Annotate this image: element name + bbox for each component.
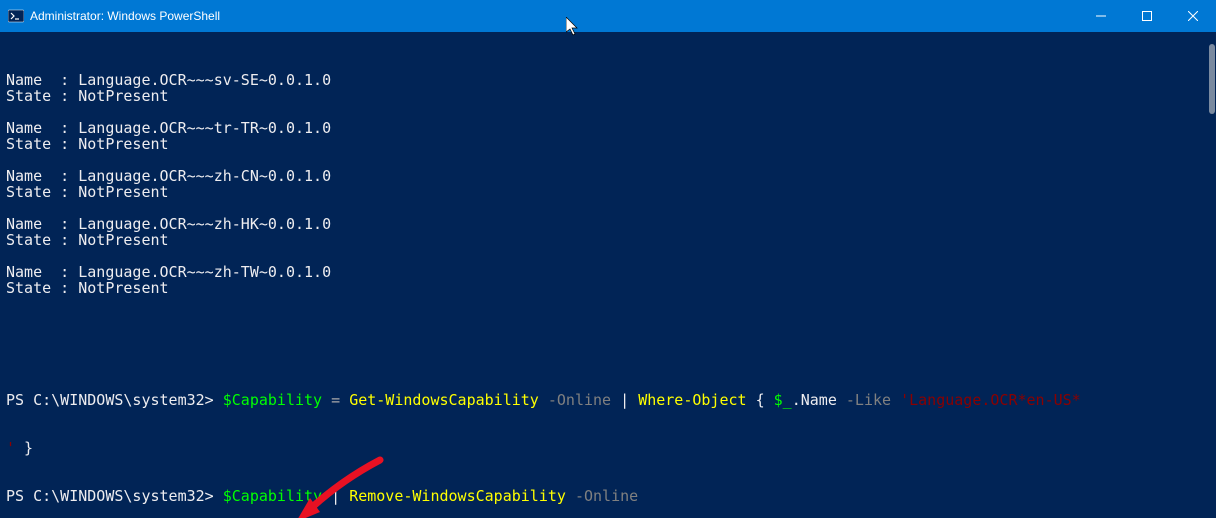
command-line-2: PS C:\WINDOWS\system32> $Capability | Re… bbox=[6, 488, 1210, 504]
command-line-1: PS C:\WINDOWS\system32> $Capability = Ge… bbox=[6, 392, 1210, 408]
minimize-button[interactable] bbox=[1078, 0, 1124, 32]
window-title: Administrator: Windows PowerShell bbox=[30, 9, 1078, 23]
capability-entry: Name : Language.OCR~~~zh-TW~0.0.1.0State… bbox=[6, 264, 1210, 296]
terminal-output[interactable]: Name : Language.OCR~~~sv-SE~0.0.1.0State… bbox=[0, 32, 1216, 518]
powershell-icon bbox=[8, 8, 24, 24]
capability-entry: Name : Language.OCR~~~zh-CN~0.0.1.0State… bbox=[6, 168, 1210, 200]
command-line-1-wrap: ' } bbox=[6, 440, 1210, 456]
close-button[interactable] bbox=[1170, 0, 1216, 32]
capability-entry: Name : Language.OCR~~~tr-TR~0.0.1.0State… bbox=[6, 120, 1210, 152]
scrollbar[interactable] bbox=[1202, 32, 1216, 518]
titlebar[interactable]: Administrator: Windows PowerShell bbox=[0, 0, 1216, 32]
capability-entry: Name : Language.OCR~~~sv-SE~0.0.1.0State… bbox=[6, 72, 1210, 104]
window-controls bbox=[1078, 0, 1216, 32]
scrollbar-thumb[interactable] bbox=[1209, 44, 1215, 114]
maximize-button[interactable] bbox=[1124, 0, 1170, 32]
capability-entry: Name : Language.OCR~~~zh-HK~0.0.1.0State… bbox=[6, 216, 1210, 248]
powershell-window: Administrator: Windows PowerShell Name :… bbox=[0, 0, 1216, 518]
